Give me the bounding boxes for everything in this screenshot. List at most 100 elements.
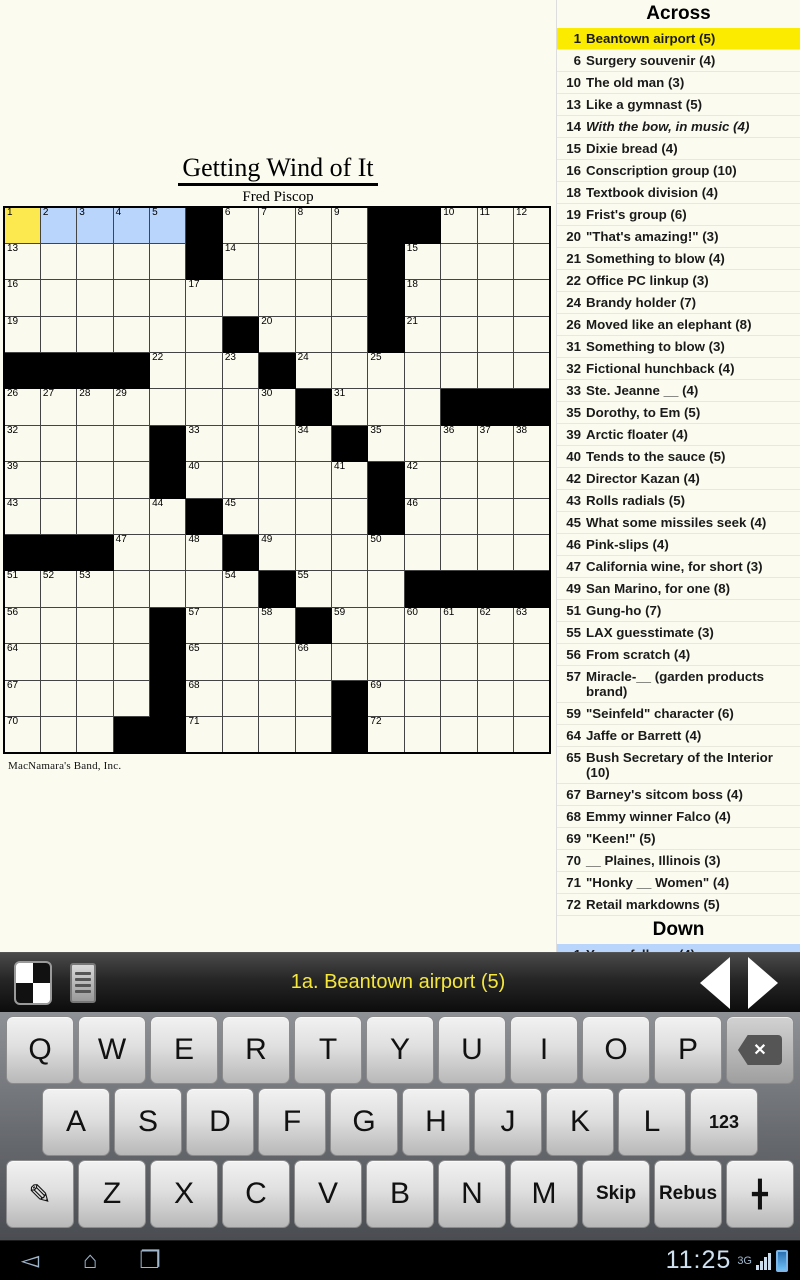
grid-cell[interactable]	[476, 497, 514, 536]
clue-item-across-40[interactable]: 40 Tends to the sauce (5)	[557, 446, 800, 468]
grid-cell[interactable]	[112, 424, 151, 463]
grid-cell[interactable]	[367, 388, 405, 426]
grid-cell[interactable]	[76, 279, 114, 317]
grid-cell[interactable]	[512, 461, 551, 499]
grid-cell[interactable]: 40	[185, 461, 223, 499]
grid-cell[interactable]: 41	[331, 461, 369, 499]
grid-cell[interactable]: 13	[3, 242, 41, 281]
grid-cell[interactable]: 19	[3, 315, 41, 354]
grid-cell[interactable]: 52	[39, 570, 78, 608]
key-i[interactable]: I	[510, 1016, 578, 1084]
clue-item-across-47[interactable]: 47 California wine, for short (3)	[557, 556, 800, 578]
key-p[interactable]: P	[654, 1016, 722, 1084]
grid-cell[interactable]	[221, 643, 260, 681]
clue-item-across-51[interactable]: 51 Gung-ho (7)	[557, 600, 800, 622]
clue-item-across-55[interactable]: 55 LAX guesstimate (3)	[557, 622, 800, 644]
grid-cell[interactable]: 17	[185, 279, 223, 317]
grid-cell[interactable]: 20	[258, 315, 296, 354]
grid-cell[interactable]	[294, 242, 333, 281]
grid-cell[interactable]	[149, 279, 187, 317]
grid-cell[interactable]	[367, 606, 405, 645]
clue-item-across-20[interactable]: 20 "That's amazing!" (3)	[557, 226, 800, 248]
grid-cell[interactable]	[258, 679, 296, 717]
grid-cell[interactable]: 43	[3, 497, 41, 536]
next-clue-button[interactable]	[748, 956, 778, 1009]
clue-item-across-72[interactable]: 72 Retail markdowns (5)	[557, 894, 800, 916]
grid-cell[interactable]: 38	[512, 424, 551, 463]
back-icon[interactable]: ◅	[0, 1246, 60, 1275]
grid-cell[interactable]: 49	[258, 534, 296, 572]
key-y[interactable]: Y	[366, 1016, 434, 1084]
grid-cell[interactable]	[258, 643, 296, 681]
grid-cell[interactable]	[440, 715, 478, 754]
clue-item-across-71[interactable]: 71 "Honky __ Women" (4)	[557, 872, 800, 894]
clue-item-across-24[interactable]: 24 Brandy holder (7)	[557, 292, 800, 314]
grid-cell[interactable]	[440, 643, 478, 681]
grid-cell[interactable]: 67	[3, 679, 41, 717]
grid-cell[interactable]: 35	[367, 424, 405, 463]
grid-cell[interactable]	[39, 242, 78, 281]
grid-cell[interactable]: 10	[440, 206, 478, 244]
grid-icon[interactable]: 22	[14, 960, 52, 1005]
grid-cell[interactable]	[403, 388, 442, 426]
key-x[interactable]: X	[150, 1160, 218, 1228]
grid-cell[interactable]	[476, 461, 514, 499]
grid-cell[interactable]: 66	[294, 643, 333, 681]
clue-item-across-14[interactable]: 14 With the bow, in music (4)	[557, 116, 800, 138]
grid-cell[interactable]	[476, 679, 514, 717]
grid-cell[interactable]	[440, 242, 478, 281]
grid-cell[interactable]: 27	[39, 388, 78, 426]
clue-item-across-67[interactable]: 67 Barney's sitcom boss (4)	[557, 784, 800, 806]
grid-cell[interactable]	[258, 461, 296, 499]
grid-cell[interactable]: 18	[403, 279, 442, 317]
clue-item-down-1[interactable]: 1Young fellows (4)	[557, 944, 800, 952]
grid-cell[interactable]: 54	[221, 570, 260, 608]
grid-cell[interactable]	[512, 534, 551, 572]
grid-cell[interactable]	[112, 643, 151, 681]
grid-cell[interactable]	[440, 315, 478, 354]
clue-item-across-59[interactable]: 59 "Seinfeld" character (6)	[557, 703, 800, 725]
grid-cell[interactable]	[440, 279, 478, 317]
grid-cell[interactable]	[76, 242, 114, 281]
grid-cell[interactable]	[403, 352, 442, 390]
grid-cell[interactable]	[294, 715, 333, 754]
key-f[interactable]: F	[258, 1088, 326, 1156]
grid-cell[interactable]: 23	[221, 352, 260, 390]
grid-cell[interactable]: 39	[3, 461, 41, 499]
grid-cell[interactable]	[112, 279, 151, 317]
grid-cell[interactable]: 25	[367, 352, 405, 390]
grid-cell[interactable]: 47	[112, 534, 151, 572]
grid-cell[interactable]	[76, 715, 114, 754]
grid-cell[interactable]	[512, 352, 551, 390]
grid-cell[interactable]	[149, 534, 187, 572]
clue-item-across-70[interactable]: 70 __ Plaines, Illinois (3)	[557, 850, 800, 872]
clue-item-across-64[interactable]: 64 Jaffe or Barrett (4)	[557, 725, 800, 747]
grid-cell[interactable]	[76, 424, 114, 463]
grid-cell[interactable]: 61	[440, 606, 478, 645]
key-j[interactable]: J	[474, 1088, 542, 1156]
grid-cell[interactable]: 56	[3, 606, 41, 645]
key-h[interactable]: H	[402, 1088, 470, 1156]
grid-cell[interactable]: 63	[512, 606, 551, 645]
clue-item-across-49[interactable]: 49 San Marino, for one (8)	[557, 578, 800, 600]
clue-list-pane[interactable]: Across 1 Beantown airport (5) 6 Surgery sou…	[556, 0, 800, 952]
grid-cell[interactable]	[185, 352, 223, 390]
grid-cell[interactable]: 45	[221, 497, 260, 536]
grid-cell[interactable]	[76, 643, 114, 681]
clue-item-across-21[interactable]: 21 Something to blow (4)	[557, 248, 800, 270]
clue-item-across-32[interactable]: 32 Fictional hunchback (4)	[557, 358, 800, 380]
clue-item-across-10[interactable]: 10 The old man (3)	[557, 72, 800, 94]
grid-cell[interactable]	[440, 534, 478, 572]
grid-cell[interactable]: 68	[185, 679, 223, 717]
grid-cell[interactable]	[149, 242, 187, 281]
grid-cell[interactable]	[149, 315, 187, 354]
grid-cell[interactable]	[476, 315, 514, 354]
grid-cell[interactable]: 4	[112, 206, 151, 244]
grid-cell[interactable]	[221, 279, 260, 317]
key-z[interactable]: Z	[78, 1160, 146, 1228]
key-u[interactable]: U	[438, 1016, 506, 1084]
key-k[interactable]: K	[546, 1088, 614, 1156]
grid-cell[interactable]	[112, 679, 151, 717]
grid-cell[interactable]	[39, 643, 78, 681]
grid-cell[interactable]: 21	[403, 315, 442, 354]
